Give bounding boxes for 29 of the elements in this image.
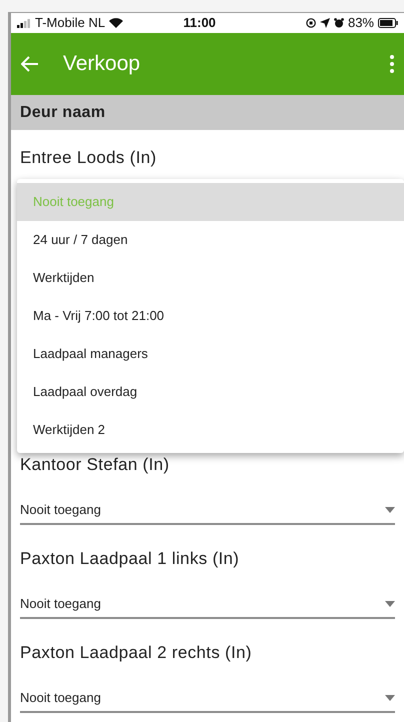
access-dropdown[interactable]: Nooit toegang (20, 685, 395, 713)
menu-option[interactable]: 24 uur / 7 dagen (17, 221, 404, 259)
more-options-icon[interactable] (390, 55, 394, 73)
clock-time: 11:00 (183, 14, 216, 32)
back-arrow-icon[interactable] (21, 56, 39, 72)
dropdown-caret-icon (385, 601, 395, 607)
menu-option[interactable]: Ma - Vrij 7:00 tot 21:00 (17, 297, 404, 335)
menu-option[interactable]: Laadpaal overdag (17, 373, 404, 411)
menu-option[interactable]: Werktijden (17, 259, 404, 297)
door-name: Kantoor Stefan (In) (20, 454, 170, 476)
battery-percentage: 83% (348, 14, 374, 32)
column-header: Deur naam (11, 95, 404, 130)
alarm-clock-icon (334, 18, 344, 28)
door-name: Entree Loods (In) (20, 147, 158, 169)
app-bar-title: Verkoop (63, 51, 140, 78)
battery-icon (378, 18, 398, 28)
door-name: Paxton Laadpaal 2 rechts (In) (20, 642, 253, 664)
dropdown-caret-icon (385, 695, 395, 701)
dropdown-caret-icon (385, 507, 395, 513)
menu-option[interactable]: Laadpaal managers (17, 335, 404, 373)
access-dropdown[interactable]: Nooit toegang (20, 591, 395, 619)
menu-option[interactable]: Werktijden 2 (17, 411, 404, 449)
rotation-lock-icon (306, 18, 316, 28)
wifi-icon (109, 18, 124, 28)
access-dropdown[interactable]: Nooit toegang (20, 497, 395, 525)
carrier-name: T-Mobile NL (35, 14, 106, 32)
location-arrow-icon (320, 18, 330, 28)
door-name: Paxton Laadpaal 1 links (In) (20, 548, 240, 570)
signal-icon (17, 18, 31, 28)
